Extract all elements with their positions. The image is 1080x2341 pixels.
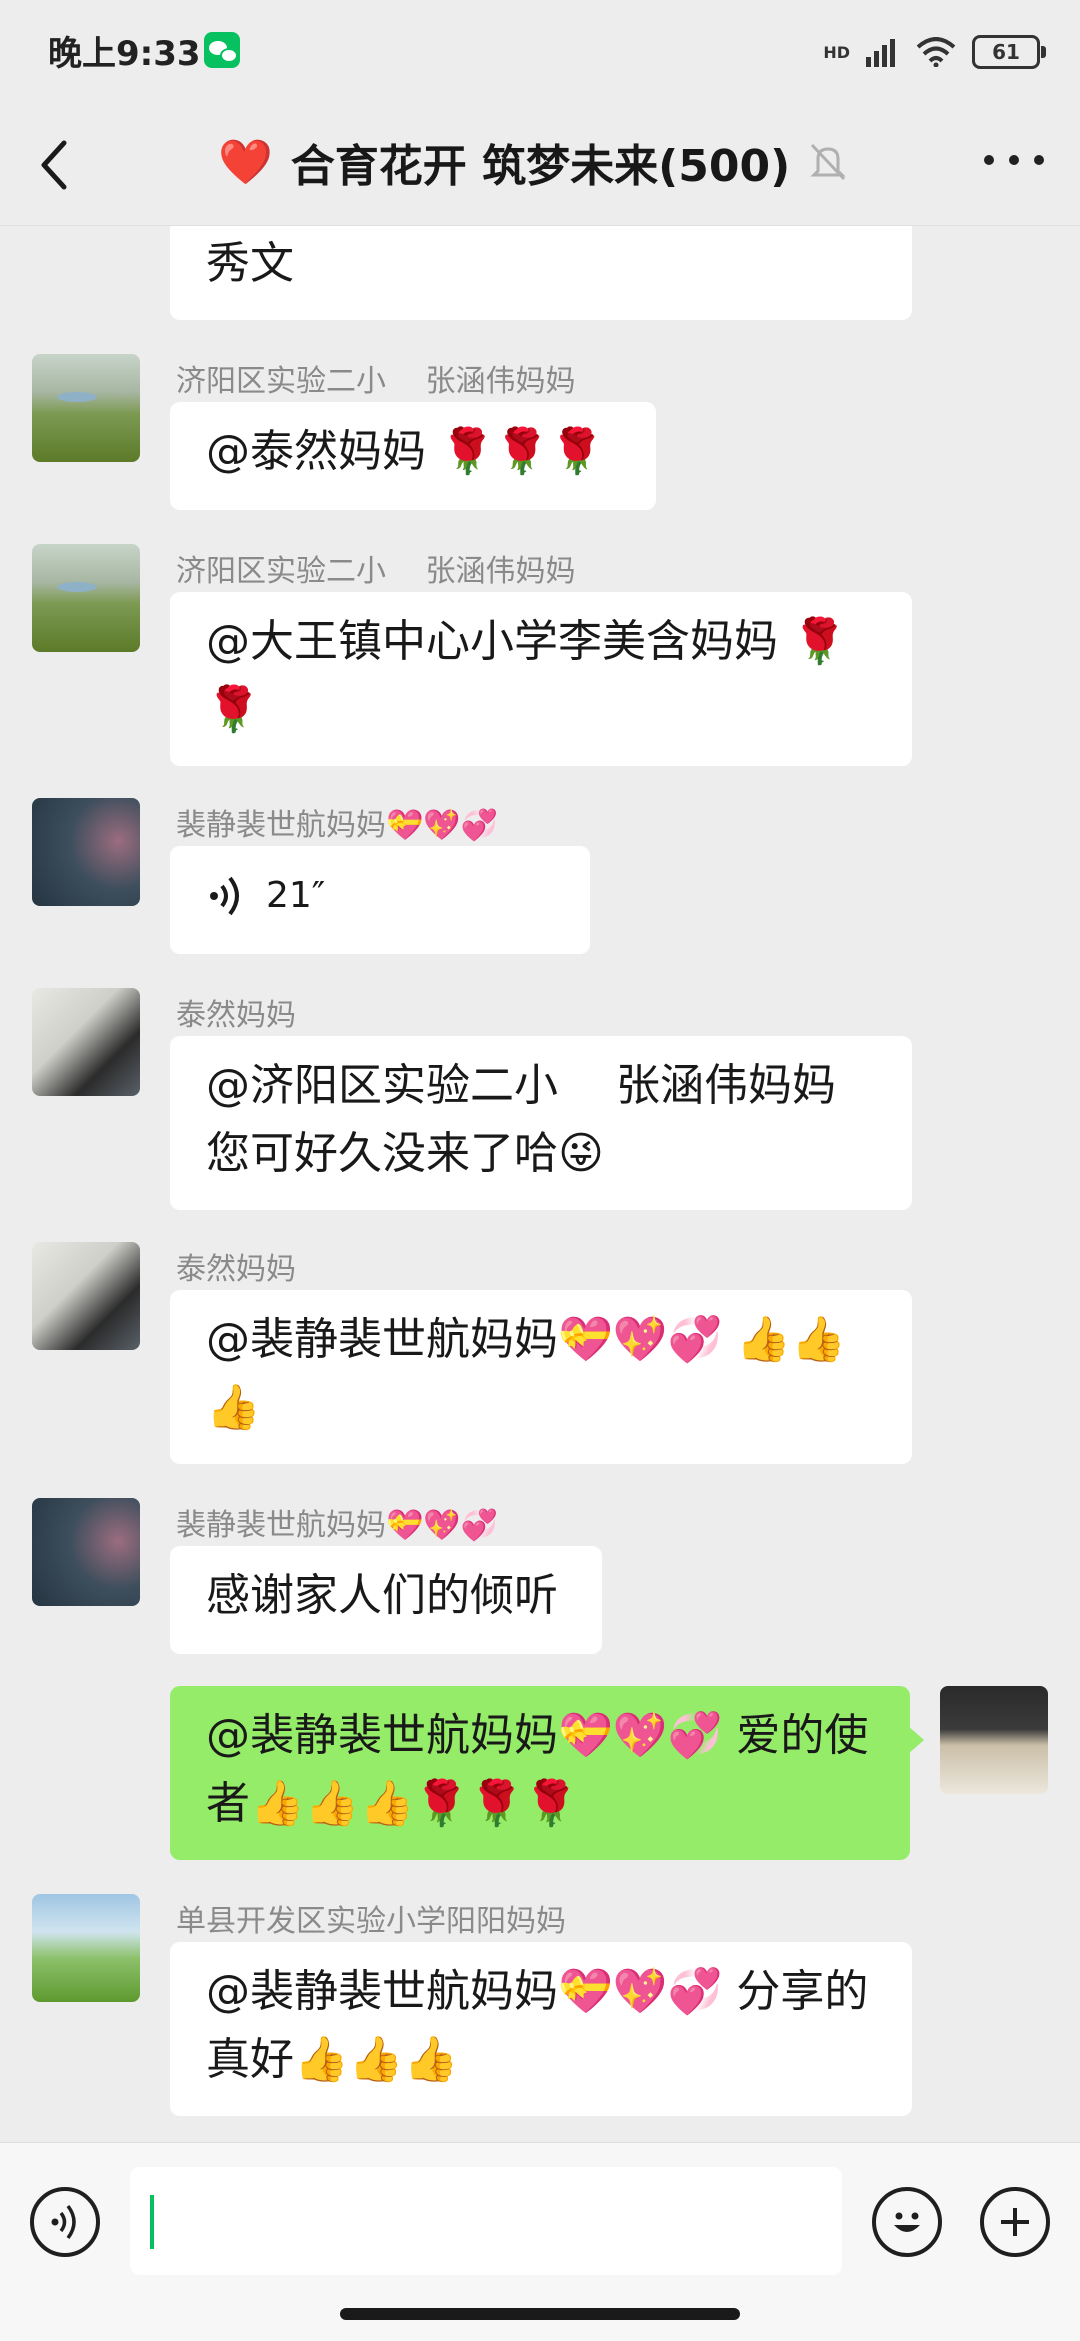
sender-name: 泰然妈妈: [176, 1252, 296, 1287]
message-text: @裴静裴世航妈妈💝💖💞 爱的使者👍👍👍🌹🌹🌹: [206, 1710, 869, 1829]
message-text: @裴静裴世航妈妈💝💖💞 👍👍👍: [206, 1314, 846, 1433]
back-button[interactable]: [30, 135, 80, 195]
battery-icon: 61: [972, 35, 1046, 69]
avatar[interactable]: [32, 1498, 140, 1606]
signal-icon: [866, 39, 895, 67]
message-bubble[interactable]: 感谢家人们的倾听: [170, 1546, 602, 1654]
chevron-left-icon: [41, 140, 67, 190]
message-text: 秀文: [206, 238, 294, 289]
message-bubble[interactable]: 秀文: [170, 226, 912, 320]
avatar[interactable]: [32, 798, 140, 906]
message-text: @泰然妈妈 🌹🌹🌹: [206, 426, 605, 477]
chat-header: ❤️ 合育花开 筑梦未来(500): [0, 100, 1080, 226]
self-avatar[interactable]: [940, 1686, 1048, 1794]
bell-off-icon: [810, 143, 846, 181]
wechat-notification-icon: [204, 32, 240, 68]
sender-name: 裴静裴世航妈妈💝💖💞: [176, 808, 499, 843]
text-caret: [150, 2195, 154, 2249]
message-list[interactable]: 秀文 济阳区实验二小 张涵伟妈妈 @泰然妈妈 🌹🌹🌹 济阳区实验二小 张涵伟妈妈…: [0, 226, 1080, 2142]
sender-name: 济阳区实验二小 张涵伟妈妈: [176, 554, 576, 589]
emoji-button[interactable]: [872, 2187, 942, 2257]
message-bubble[interactable]: @裴静裴世航妈妈💝💖💞 👍👍👍: [170, 1290, 912, 1464]
voice-message: 21″: [206, 862, 554, 930]
sender-name: 泰然妈妈: [176, 998, 296, 1033]
message-text: @大王镇中心小学李美含妈妈 🌹🌹: [206, 616, 847, 735]
voice-input-button[interactable]: [30, 2187, 100, 2257]
emoji-icon: [894, 2212, 920, 2232]
voice-message-bubble[interactable]: 21″: [170, 846, 590, 954]
avatar[interactable]: [32, 988, 140, 1096]
plus-button[interactable]: [980, 2187, 1050, 2257]
self-message-bubble[interactable]: @裴静裴世航妈妈💝💖💞 爱的使者👍👍👍🌹🌹🌹: [170, 1686, 924, 1860]
message-bubble[interactable]: @裴静裴世航妈妈💝💖💞 分享的真好👍👍👍: [170, 1942, 912, 2116]
message-bubble[interactable]: @济阳区实验二小 张涵伟妈妈 您可好久没来了哈😜: [170, 1036, 912, 1210]
message-text: @裴静裴世航妈妈💝💖💞 分享的真好👍👍👍: [206, 1966, 869, 2085]
plus-icon: [1001, 2208, 1029, 2236]
message-text: @济阳区实验二小 张涵伟妈妈 您可好久没来了哈😜: [206, 1060, 836, 1179]
chat-title: 合育花开 筑梦未来(500): [290, 141, 791, 192]
more-dots-icon: [984, 155, 994, 165]
voice-wave-icon: [210, 876, 239, 916]
voice-icon: [51, 2204, 76, 2240]
avatar[interactable]: [32, 544, 140, 652]
heart-emoji: ❤️: [218, 137, 273, 188]
network-type-label: HD: [823, 42, 850, 62]
voice-duration: 21″: [266, 875, 326, 916]
avatar[interactable]: [32, 354, 140, 462]
sender-name: 济阳区实验二小 张涵伟妈妈: [176, 364, 576, 399]
more-dot: [1034, 155, 1044, 165]
sender-name: 裴静裴世航妈妈💝💖💞: [176, 1508, 499, 1543]
message-bubble[interactable]: @大王镇中心小学李美含妈妈 🌹🌹: [170, 592, 912, 766]
avatar[interactable]: [32, 1242, 140, 1350]
chat-title-wrap[interactable]: ❤️ 合育花开 筑梦未来(500): [218, 130, 848, 194]
message-input[interactable]: [130, 2167, 842, 2275]
more-dot: [1009, 155, 1019, 165]
avatar[interactable]: [32, 1894, 140, 2002]
home-indicator[interactable]: [340, 2308, 740, 2320]
wifi-icon: [916, 37, 956, 67]
more-button[interactable]: [984, 140, 1044, 180]
status-icons: HD 61: [823, 30, 1046, 74]
status-time: 晚上9:33: [48, 34, 201, 74]
status-bar: 晚上9:33 HD 61: [0, 0, 1080, 100]
battery-level: 61: [992, 40, 1020, 64]
sender-name: 单县开发区实验小学阳阳妈妈: [176, 1904, 566, 1939]
message-text: 感谢家人们的倾听: [206, 1570, 558, 1621]
message-bubble[interactable]: @泰然妈妈 🌹🌹🌹: [170, 402, 656, 510]
